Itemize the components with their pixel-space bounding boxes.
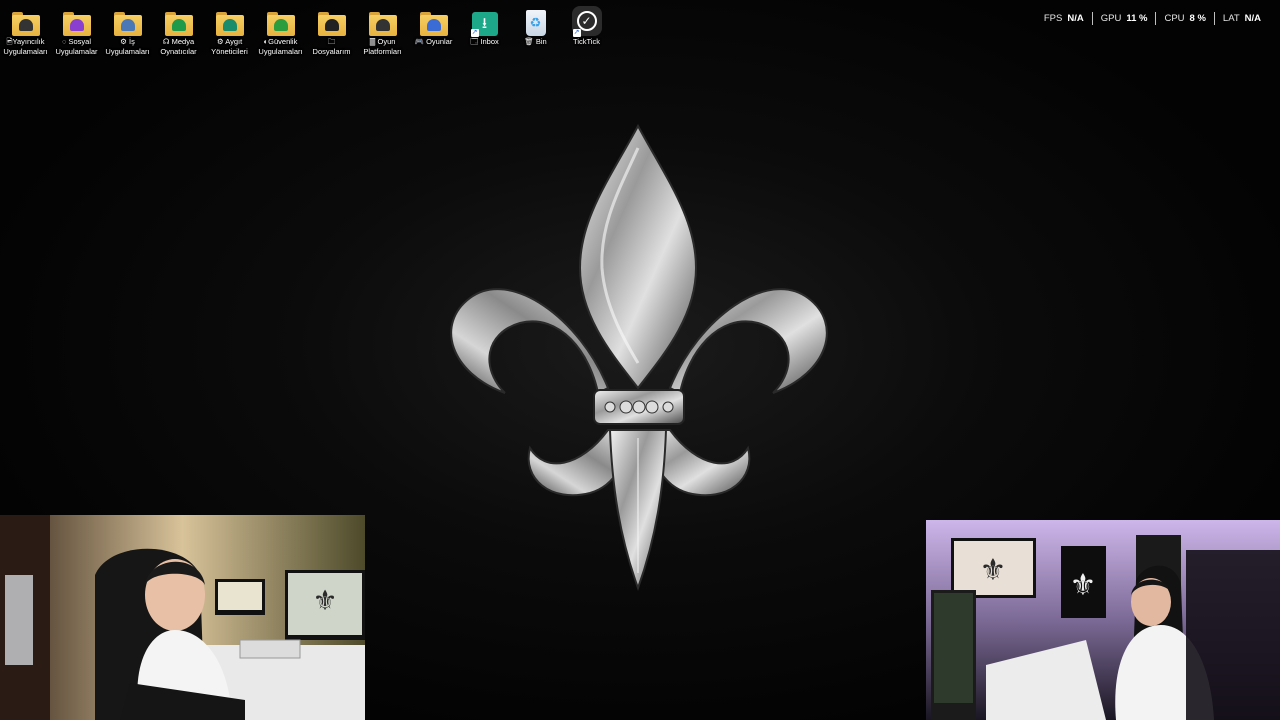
svg-text:⚜: ⚜ (980, 553, 1007, 588)
gpu-label: GPU (1100, 13, 1122, 24)
cpu-label: CPU (1164, 13, 1185, 24)
folder-media-icon (163, 4, 195, 36)
desktop-icon[interactable]: 🎮 Oyunlar (408, 4, 459, 57)
desktop-icon[interactable]: ✓ ↗ TickTick (561, 4, 612, 57)
folder-security-icon (265, 4, 297, 36)
fps-value: N/A (1067, 13, 1084, 24)
desktop-icon[interactable]: 🖻Yayıncılık Uygulamaları (0, 4, 51, 57)
desktop-icon-grid: 🖻Yayıncılık Uygulamaları ◌ Sosyal Uygulam… (0, 4, 612, 57)
gpu-value: 11 % (1126, 13, 1148, 24)
folder-games-icon (418, 4, 450, 36)
cpu-value: 8 % (1189, 13, 1206, 24)
cpu-stat: CPU 8 % (1155, 12, 1213, 25)
svg-text:⚜: ⚜ (312, 584, 337, 617)
desktop-icon[interactable]: 🀫 Oyun Platformları (357, 4, 408, 57)
folder-social-icon (61, 4, 93, 36)
recycle-bin-icon: ♻ (520, 4, 552, 36)
desktop-icon[interactable]: ◐Güvenlik Uygulamaları (255, 4, 306, 57)
desktop-icon[interactable]: ⚙ Aygıt Yöneticileri (204, 4, 255, 57)
latency-label: LAT (1222, 13, 1240, 24)
ticktick-app-icon: ✓ ↗ (571, 4, 603, 37)
folder-streaming-icon (10, 4, 42, 36)
folder-work-icon (112, 4, 144, 36)
desktop-icon[interactable]: ♻ 🗑 Bin (510, 4, 561, 57)
fps-stat: FPS N/A (1036, 12, 1092, 25)
desktop-icon[interactable]: ☊ Medya Oynatıcılar (153, 4, 204, 57)
desktop-icon[interactable]: ⚙ İş Uygulamaları (102, 4, 153, 57)
fps-label: FPS (1043, 13, 1063, 24)
latency-stat: LAT N/A (1213, 12, 1269, 25)
folder-devices-icon (214, 4, 246, 36)
desktop-icon[interactable]: ◌ Sosyal Uygulamalar (51, 4, 102, 57)
latency-value: N/A (1244, 13, 1261, 24)
folder-files-icon (316, 4, 348, 36)
folder-game-platforms-icon (367, 4, 399, 36)
desktop-icon[interactable]: ⭳ ↗ 🗔 Inbox (459, 4, 510, 57)
svg-text:⚜: ⚜ (1070, 568, 1097, 603)
webcam-side: ⚜ ⚜ (926, 520, 1280, 720)
performance-overlay: FPS N/A GPU 11 % CPU 8 % LAT N/A (1036, 12, 1269, 25)
fleur-de-lis-wallpaper-art (450, 123, 828, 591)
webcam-front: ⚜ (0, 515, 365, 720)
desktop-icon-label: TickTick (573, 37, 600, 46)
inbox-download-icon: ⭳ ↗ (469, 4, 501, 37)
gpu-stat: GPU 11 % (1091, 12, 1156, 25)
desktop-icon[interactable]: 🗀 Dosyalarım (306, 4, 357, 57)
